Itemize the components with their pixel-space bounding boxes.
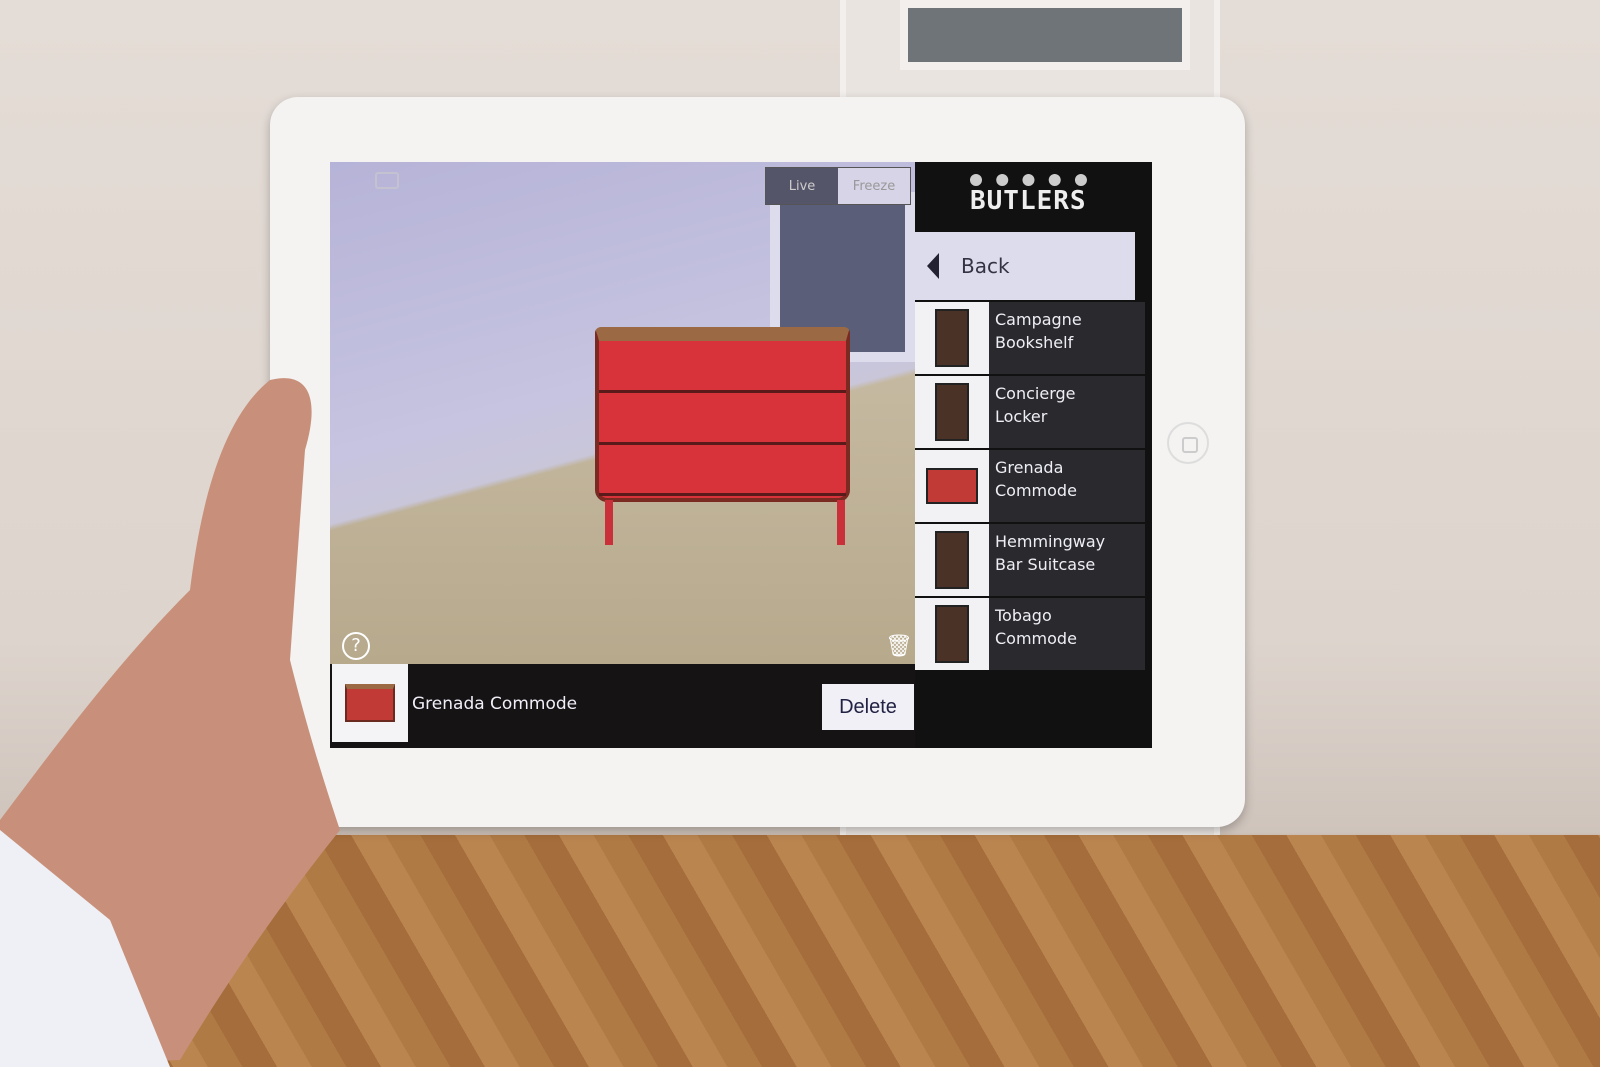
item-label: Bookshelf	[995, 333, 1074, 352]
hand	[0, 378, 340, 1067]
freeze-button[interactable]: Freeze	[838, 168, 910, 204]
item-label: Hemmingway	[995, 532, 1106, 551]
live-freeze-toggle: Live Freeze	[765, 167, 911, 205]
live-button[interactable]: Live	[766, 168, 838, 204]
item-label: Commode	[995, 629, 1077, 648]
background-window	[900, 0, 1190, 70]
item-label: Locker	[995, 407, 1048, 426]
bottom-bar: Grenada Commode Delete	[330, 664, 915, 748]
item-thumbnail	[915, 450, 989, 522]
back-arrow-icon	[927, 253, 939, 279]
item-thumbnail	[915, 598, 989, 670]
sidebar-item-tobago-commode[interactable]: Tobago Commode	[915, 598, 1145, 672]
sidebar-item-campagne-bookshelf[interactable]: Campagne Bookshelf	[915, 302, 1145, 376]
item-label: Commode	[995, 481, 1077, 500]
home-button[interactable]	[1167, 422, 1209, 464]
delete-button[interactable]: Delete	[822, 684, 914, 730]
item-thumbnail	[915, 376, 989, 448]
item-label: Concierge	[995, 384, 1076, 403]
item-thumbnail	[915, 302, 989, 374]
sidebar-item-grenada-commode[interactable]: Grenada Commode	[915, 450, 1145, 524]
sidebar-item-hemmingway-bar-suitcase[interactable]: Hemmingway Bar Suitcase	[915, 524, 1145, 598]
item-label: Campagne	[995, 310, 1082, 329]
item-label: Tobago	[995, 606, 1052, 625]
furniture-legs	[605, 500, 845, 545]
app-screen: Live Freeze ? 🗑 Grenada Commode Delete B…	[330, 162, 1152, 748]
sidebar: BUTLERS Back Campagne Bookshelf Concierge…	[915, 162, 1152, 748]
back-label: Back	[961, 254, 1010, 278]
ar-camera-view[interactable]: Live Freeze ? 🗑	[330, 162, 915, 664]
sidebar-item-concierge-locker[interactable]: Concierge Locker	[915, 376, 1145, 450]
item-label: Bar Suitcase	[995, 555, 1096, 574]
back-button[interactable]: Back	[915, 232, 1135, 300]
camera-icon[interactable]	[375, 172, 399, 189]
item-thumbnail	[915, 524, 989, 596]
item-label: Grenada	[995, 458, 1064, 477]
butlers-logo: BUTLERS	[970, 174, 1087, 216]
selected-item-name: Grenada Commode	[412, 694, 578, 714]
trash-icon[interactable]: 🗑	[885, 634, 913, 659]
placed-furniture-model[interactable]	[595, 327, 850, 502]
